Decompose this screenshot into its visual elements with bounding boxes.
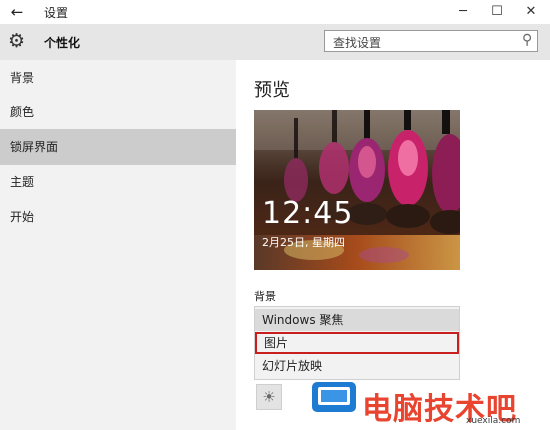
- lock-screen-preview: 12:45 2月25日, 星期四: [254, 110, 460, 270]
- preview-heading: 预览: [254, 80, 290, 101]
- search-input[interactable]: 查找设置 ⚲: [324, 30, 538, 52]
- sidebar: 背景 颜色 锁屏界面 主题 开始: [0, 60, 236, 430]
- sidebar-item-themes[interactable]: 主题: [0, 164, 236, 200]
- watermark-url: xuexila.com: [466, 416, 521, 426]
- background-label: 背景: [254, 290, 276, 303]
- main-panel: 预览 12:45 2月25日, 星期四 背景 Windows 聚焦 图片 幻灯片…: [236, 60, 550, 430]
- sidebar-item-background[interactable]: 背景: [0, 60, 236, 96]
- sidebar-item-lock-screen[interactable]: 锁屏界面: [0, 129, 236, 165]
- dropdown-option-picture[interactable]: 图片: [255, 332, 459, 354]
- close-icon[interactable]: ✕: [514, 0, 548, 24]
- window-title: 设置: [44, 5, 69, 20]
- search-placeholder: 查找设置: [333, 36, 382, 50]
- page-header: ⚙ 个性化 查找设置 ⚲: [0, 24, 550, 60]
- minimize-icon[interactable]: ─: [446, 0, 480, 24]
- brightness-icon[interactable]: ☀: [256, 384, 282, 410]
- background-dropdown[interactable]: Windows 聚焦 图片 幻灯片放映: [254, 306, 460, 380]
- preview-time: 12:45: [262, 196, 354, 231]
- maximize-icon[interactable]: ☐: [480, 0, 514, 24]
- search-icon[interactable]: ⚲: [522, 32, 532, 48]
- watermark-logo: [312, 382, 356, 412]
- dropdown-option-slideshow[interactable]: 幻灯片放映: [255, 355, 459, 377]
- sidebar-item-start[interactable]: 开始: [0, 199, 236, 235]
- page-title: 个性化: [44, 36, 81, 50]
- sidebar-item-colors[interactable]: 颜色: [0, 94, 236, 130]
- preview-date: 2月25日, 星期四: [262, 236, 345, 249]
- gear-icon: ⚙: [8, 30, 26, 52]
- back-arrow-icon[interactable]: ←: [0, 0, 34, 24]
- dropdown-option-windows-spotlight[interactable]: Windows 聚焦: [255, 309, 459, 331]
